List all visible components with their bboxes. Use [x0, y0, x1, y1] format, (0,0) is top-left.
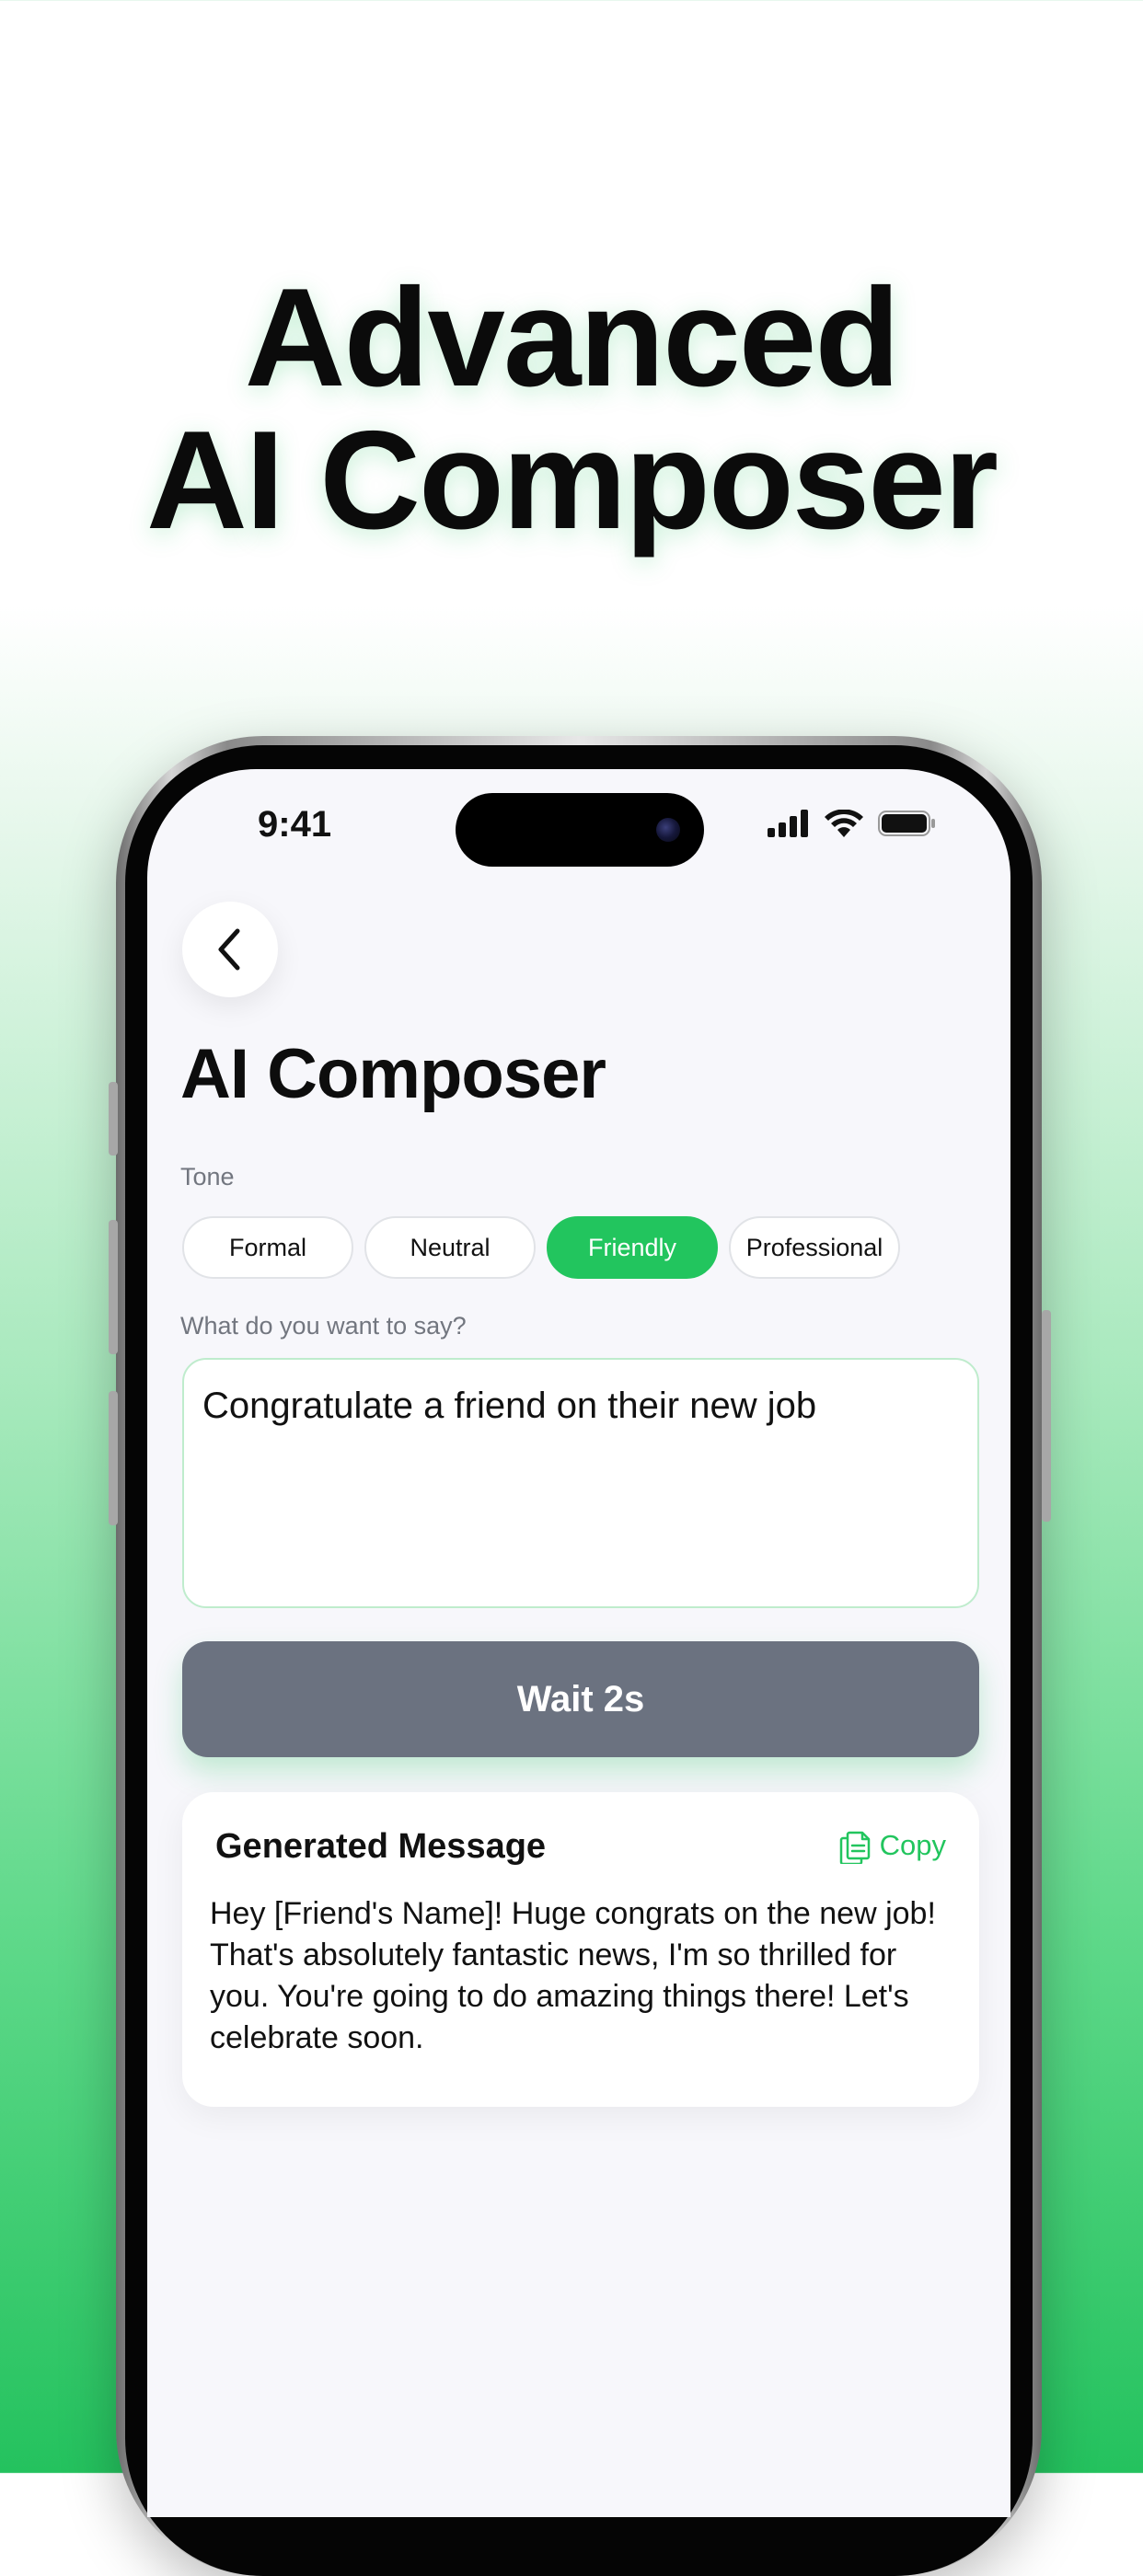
chevron-left-icon [218, 928, 240, 971]
app-screen: 9:41 AI Composer Tone Formal Neutral Fri… [147, 769, 1010, 2517]
status-time: 9:41 [258, 804, 332, 845]
generated-message-title: Generated Message [215, 1827, 547, 1866]
copy-icon [839, 1831, 870, 1864]
tone-chip-neutral[interactable]: Neutral [364, 1216, 536, 1279]
headline-line-1: Advanced [244, 259, 900, 416]
phone-action-button [109, 1082, 118, 1156]
phone-volume-up-button [109, 1220, 118, 1354]
prompt-textarea[interactable]: Congratulate a friend on their new job [182, 1358, 979, 1608]
back-button[interactable] [182, 902, 278, 997]
generated-message-text: Hey [Friend's Name]! Huge congrats on th… [210, 1896, 936, 2055]
copy-button[interactable]: Copy [839, 1827, 946, 1864]
prompt-label: What do you want to say? [180, 1312, 467, 1340]
phone-power-button [1042, 1310, 1051, 1522]
battery-icon [878, 811, 935, 836]
status-icons [768, 810, 937, 837]
camera-icon [656, 818, 680, 842]
copy-label: Copy [879, 1829, 946, 1861]
dynamic-island [456, 793, 704, 867]
generated-message-card: Generated Message Copy Hey [Friend's Nam… [182, 1792, 979, 2107]
headline-line-2: AI Composer [146, 402, 999, 558]
tone-selector: Formal Neutral Friendly Professional [182, 1216, 900, 1279]
signal-icon [768, 810, 808, 837]
tone-label: Tone [180, 1163, 235, 1190]
wifi-icon [825, 810, 863, 837]
marketing-headline: Advanced AI Composer [0, 267, 1143, 552]
tone-chip-formal[interactable]: Formal [182, 1216, 353, 1279]
phone-volume-down-button [109, 1391, 118, 1525]
tone-chip-professional[interactable]: Professional [729, 1216, 900, 1279]
tone-chip-friendly[interactable]: Friendly [547, 1216, 718, 1279]
generate-button[interactable]: Wait 2s [182, 1641, 979, 1757]
page-title: AI Composer [180, 1035, 606, 1113]
